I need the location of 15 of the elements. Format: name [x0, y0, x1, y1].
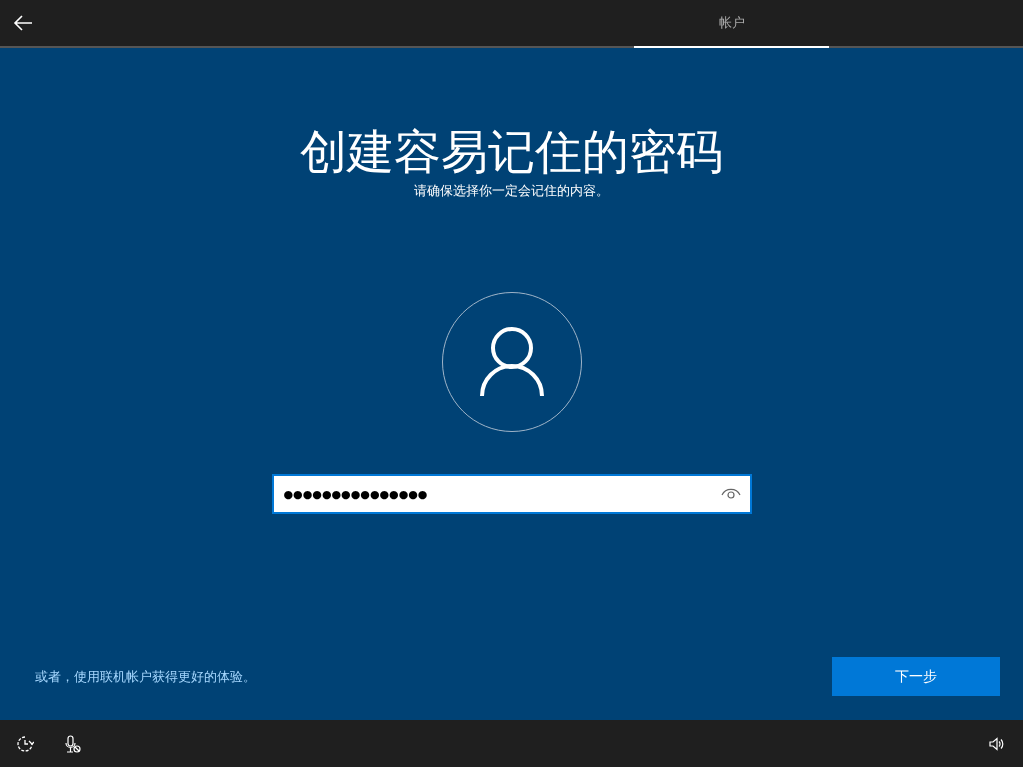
eye-icon[interactable]: [720, 487, 741, 499]
ease-of-access-button[interactable]: [16, 734, 34, 753]
subtitle: 请确保选择你一定会记住的内容。: [414, 182, 609, 200]
volume-button[interactable]: [989, 736, 1005, 751]
account-tab[interactable]: 帐户: [634, 0, 829, 48]
user-silhouette-icon: [478, 326, 545, 398]
online-account-link[interactable]: 或者，使用联机帐户获得更好的体验。: [35, 667, 256, 686]
clock-arrow-icon: [16, 734, 34, 753]
page-title: 创建容易记住的密码: [300, 124, 723, 180]
back-arrow-icon: [13, 15, 33, 31]
microphone-button[interactable]: [65, 734, 81, 753]
next-button[interactable]: 下一步: [832, 657, 1000, 696]
microphone-off-icon: [65, 734, 81, 753]
speaker-icon: [989, 736, 1005, 751]
password-field[interactable]: ●●●●●●●●●●●●●●●: [271, 474, 752, 514]
